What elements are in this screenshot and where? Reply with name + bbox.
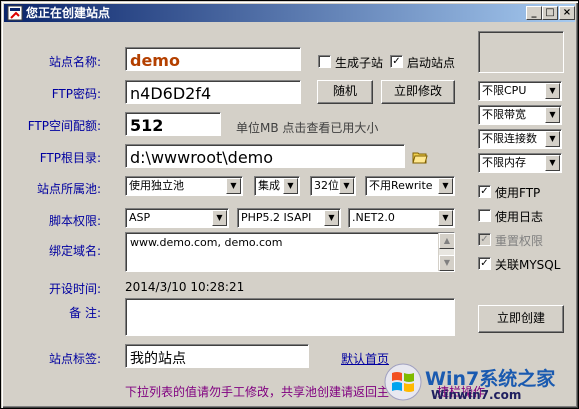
site-name-label: 站点名称: bbox=[48, 55, 101, 69]
reset-permission-checkbox: ✓ bbox=[478, 233, 491, 246]
pipeline-mode-value: 集成 bbox=[258, 179, 280, 192]
site-name-input[interactable]: demo bbox=[125, 47, 301, 71]
bitness-value: 32位 bbox=[314, 179, 339, 192]
chevron-down-icon: ▼ bbox=[212, 210, 227, 226]
chevron-down-icon: ▼ bbox=[438, 210, 453, 226]
domains-scrollbar[interactable]: ▲ ▼ bbox=[438, 233, 454, 271]
site-tag-label: 站点标签: bbox=[48, 352, 101, 366]
php-value: PHP5.2 ISAPI bbox=[241, 211, 312, 224]
asp-select[interactable]: ASP ▼ bbox=[125, 208, 229, 228]
chevron-down-icon: ▼ bbox=[545, 131, 560, 147]
remark-input[interactable] bbox=[125, 298, 455, 336]
start-site-label: 启动站点 bbox=[407, 56, 456, 70]
watermark-brand: Win7系统之家 bbox=[425, 368, 556, 390]
domains-value: www.demo.com, demo.com bbox=[130, 236, 283, 249]
bandwidth-limit-select[interactable]: 不限带宽 ▼ bbox=[478, 105, 562, 125]
chevron-down-icon: ▼ bbox=[545, 107, 560, 123]
window-title: 您正在创建站点 bbox=[26, 6, 111, 20]
site-tag-input[interactable]: 我的站点 bbox=[125, 344, 309, 368]
use-log-label: 使用日志 bbox=[495, 210, 544, 224]
use-ftp-checkbox[interactable]: ✓ bbox=[478, 185, 491, 198]
app-pool-label: 站点所属池: bbox=[36, 182, 101, 196]
app-pool-select[interactable]: 使用独立池 ▼ bbox=[125, 176, 243, 196]
ftp-root-input[interactable]: d:\wwwroot\demo bbox=[125, 144, 405, 168]
php-select[interactable]: PHP5.2 ISAPI ▼ bbox=[237, 208, 341, 228]
domains-label: 绑定域名: bbox=[48, 244, 101, 258]
bitness-select[interactable]: 32位 ▼ bbox=[310, 176, 356, 196]
bandwidth-limit-value: 不限带宽 bbox=[482, 108, 526, 121]
close-button[interactable]: × bbox=[559, 6, 575, 20]
rewrite-value: 不用Rewrite bbox=[369, 179, 433, 192]
memory-limit-select[interactable]: 不限内存 ▼ bbox=[478, 153, 562, 173]
modify-button[interactable]: 立即修改 bbox=[381, 80, 455, 104]
reset-permission-label: 重置权限 bbox=[495, 234, 544, 248]
app-icon bbox=[7, 5, 23, 21]
chevron-down-icon: ▼ bbox=[324, 210, 339, 226]
sub-site-checkbox[interactable] bbox=[318, 55, 331, 68]
use-log-checkbox[interactable] bbox=[478, 209, 491, 222]
chevron-down-icon: ▼ bbox=[545, 83, 560, 99]
quota-hint[interactable]: 单位MB 点击查看已用大小 bbox=[236, 119, 378, 136]
ftp-password-label: FTP密码: bbox=[51, 87, 101, 101]
scroll-down-icon[interactable]: ▼ bbox=[439, 255, 454, 271]
app-pool-value: 使用独立池 bbox=[129, 179, 184, 192]
random-button[interactable]: 随机 bbox=[317, 80, 373, 104]
chevron-down-icon: ▼ bbox=[339, 178, 354, 194]
script-permission-label: 脚本权限: bbox=[48, 214, 101, 228]
ftp-quota-input[interactable]: 512 bbox=[125, 112, 221, 136]
remark-label: 备 注: bbox=[69, 306, 101, 320]
windows-logo-icon bbox=[384, 363, 422, 401]
dotnet-select[interactable]: .NET2.0 ▼ bbox=[348, 208, 455, 228]
connections-limit-value: 不限连接数 bbox=[482, 132, 537, 145]
preview-box bbox=[478, 31, 564, 73]
cpu-limit-value: 不限CPU bbox=[482, 84, 527, 97]
rewrite-select[interactable]: 不用Rewrite ▼ bbox=[365, 176, 455, 196]
maximize-button[interactable]: □ bbox=[542, 6, 558, 20]
asp-value: ASP bbox=[129, 211, 151, 224]
mysql-checkbox[interactable]: ✓ bbox=[478, 257, 491, 270]
connections-limit-select[interactable]: 不限连接数 ▼ bbox=[478, 129, 562, 149]
open-time-value: 2014/3/10 10:28:21 bbox=[125, 280, 245, 294]
ftp-root-label: FTP根目录: bbox=[39, 151, 101, 165]
mysql-label: 关联MYSQL bbox=[495, 258, 561, 272]
create-site-dialog: 您正在创建站点 _ □ × 站点名称: demo 生成子站 ✓ 启动站点 FTP… bbox=[0, 0, 579, 409]
chevron-down-icon: ▼ bbox=[283, 178, 298, 194]
open-time-label: 开设时间: bbox=[48, 282, 101, 296]
pipeline-mode-select[interactable]: 集成 ▼ bbox=[254, 176, 300, 196]
footer-note-text: 下拉列表的值请勿手工修改，共享池创建请返回主 bbox=[125, 385, 390, 399]
chevron-down-icon: ▼ bbox=[226, 178, 241, 194]
sub-site-label: 生成子站 bbox=[335, 56, 384, 70]
dotnet-value: .NET2.0 bbox=[352, 211, 395, 224]
memory-limit-value: 不限内存 bbox=[482, 156, 526, 169]
cpu-limit-select[interactable]: 不限CPU ▼ bbox=[478, 81, 562, 101]
use-ftp-label: 使用FTP bbox=[495, 186, 541, 200]
minimize-button[interactable]: _ bbox=[526, 6, 542, 20]
chevron-down-icon: ▼ bbox=[545, 155, 560, 171]
create-button[interactable]: 立即创建 bbox=[478, 305, 564, 333]
domains-textarea[interactable]: www.demo.com, demo.com ▲ ▼ bbox=[125, 232, 455, 272]
watermark: Win7系统之家 Winwin7.com bbox=[381, 356, 577, 408]
ftp-password-input[interactable]: n4D6D2f4 bbox=[125, 80, 301, 104]
watermark-url: Winwin7.com bbox=[431, 388, 522, 402]
folder-icon[interactable] bbox=[412, 150, 428, 164]
title-bar: 您正在创建站点 _ □ × bbox=[4, 4, 575, 22]
scroll-up-icon[interactable]: ▲ bbox=[439, 233, 454, 249]
ftp-quota-label: FTP空间配额: bbox=[27, 119, 101, 133]
start-site-checkbox[interactable]: ✓ bbox=[390, 55, 403, 68]
chevron-down-icon: ▼ bbox=[438, 178, 453, 194]
